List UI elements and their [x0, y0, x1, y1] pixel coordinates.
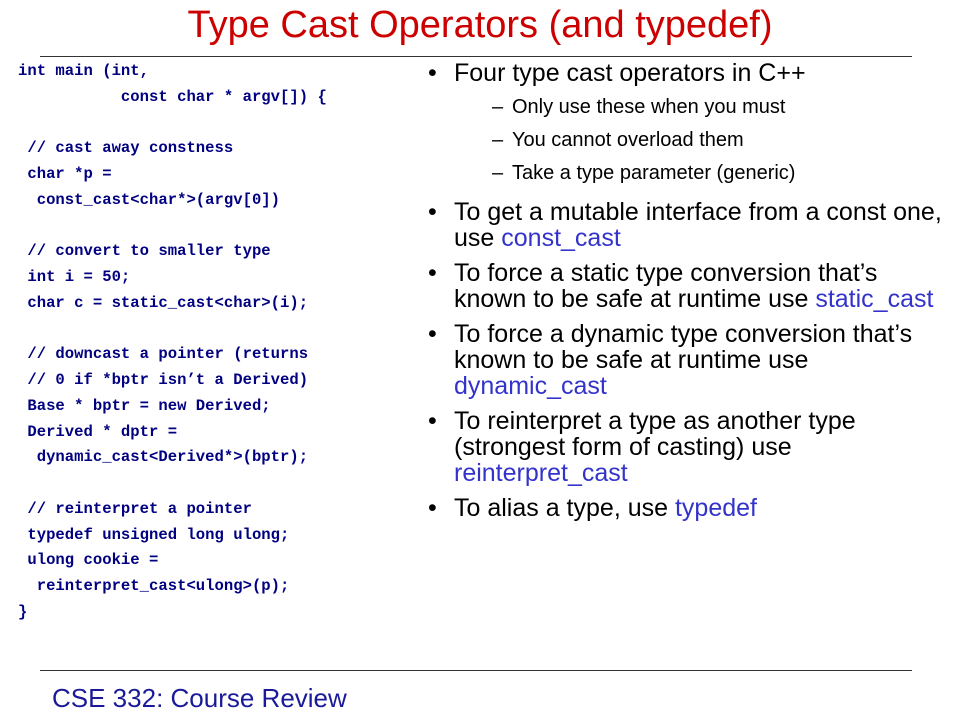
- bullet-text: Four type cast operators in C++: [454, 59, 806, 87]
- bullet-static-cast: • To force a static type conversion that…: [422, 260, 952, 312]
- bullet-typedef: • To alias a type, use typedef: [422, 495, 952, 521]
- sub-bullet: – Only use these when you must: [422, 95, 952, 119]
- code-line: const_cast<char*>(argv[0]): [18, 191, 281, 209]
- bullet-dot-icon: •: [428, 407, 437, 435]
- sub-bullet: – You cannot overload them: [422, 128, 952, 152]
- keyword-static-cast: static_cast: [815, 285, 934, 313]
- bullet-list: • Four type cast operators in C++ – Only…: [422, 60, 952, 530]
- keyword-dynamic-cast: dynamic_cast: [454, 372, 607, 400]
- bullet-dot-icon: •: [428, 320, 437, 348]
- sub-bullet-text: Take a type parameter (generic): [512, 162, 796, 184]
- sub-bullet: – Take a type parameter (generic): [422, 161, 952, 185]
- bullet-dynamic-cast: • To force a dynamic type conversion tha…: [422, 321, 952, 399]
- bullet-dot-icon: •: [428, 198, 437, 226]
- title-divider: [40, 56, 912, 57]
- sub-bullet-text: Only use these when you must: [512, 96, 786, 118]
- sub-bullet-text: You cannot overload them: [512, 129, 744, 151]
- bullet-dot-icon: •: [428, 59, 437, 87]
- code-line: }: [18, 603, 28, 621]
- code-line: // downcast a pointer (returns: [18, 345, 309, 363]
- code-line: Base * bptr = new Derived;: [18, 397, 271, 415]
- code-line: char *p =: [18, 165, 112, 183]
- code-line: typedef unsigned long ulong;: [18, 526, 290, 544]
- code-line: Derived * dptr =: [18, 423, 178, 441]
- bullet-dot-icon: •: [428, 494, 437, 522]
- bullet-const-cast: • To get a mutable interface from a cons…: [422, 199, 952, 251]
- code-line: reinterpret_cast<ulong>(p);: [18, 577, 290, 595]
- keyword-reinterpret-cast: reinterpret_cast: [454, 459, 628, 487]
- keyword-typedef: typedef: [674, 494, 757, 522]
- code-line: // reinterpret a pointer: [18, 500, 252, 518]
- bullet-text: To reinterpret a type as another type (s…: [454, 407, 856, 461]
- code-line: dynamic_cast<Derived*>(bptr);: [18, 448, 309, 466]
- slide-footer: CSE 332: Course Review: [52, 683, 347, 713]
- dash-icon: –: [492, 162, 504, 184]
- bullet-text: To force a static type conversion that’s…: [454, 259, 878, 313]
- bullet-text: To alias a type, use: [454, 494, 675, 522]
- bullet-text: To force a dynamic type conversion that’…: [454, 320, 913, 374]
- code-line: // cast away constness: [18, 139, 234, 157]
- bullet-cast-operators: • Four type cast operators in C++: [422, 60, 952, 86]
- keyword-const-cast: const_cast: [501, 224, 621, 252]
- bullet-reinterpret-cast: • To reinterpret a type as another type …: [422, 408, 952, 486]
- bullet-dot-icon: •: [428, 259, 437, 287]
- dash-icon: –: [492, 129, 504, 151]
- code-line: int main (int,: [18, 62, 150, 80]
- code-line: int i = 50;: [18, 268, 131, 286]
- code-line: // 0 if *bptr isn’t a Derived): [18, 371, 309, 389]
- dash-icon: –: [492, 96, 504, 118]
- code-line: ulong cookie =: [18, 551, 159, 569]
- code-line: const char * argv[]) {: [18, 88, 327, 106]
- slide-title: Type Cast Operators (and typedef): [187, 4, 773, 46]
- code-line: char c = static_cast<char>(i);: [18, 294, 309, 312]
- footer-divider: [40, 670, 912, 671]
- code-line: // convert to smaller type: [18, 242, 271, 260]
